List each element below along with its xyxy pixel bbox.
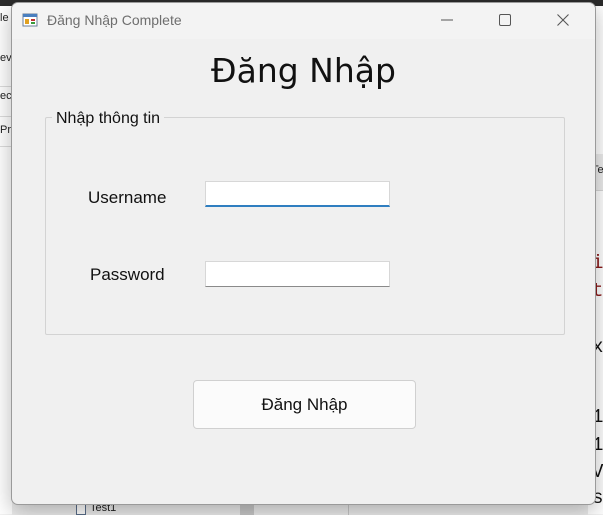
close-button[interactable] <box>540 3 586 37</box>
page-title: Đăng Nhập <box>211 51 396 90</box>
login-button[interactable]: Đăng Nhập <box>193 380 416 429</box>
close-icon <box>557 14 569 26</box>
maximize-icon <box>499 14 511 26</box>
minimize-icon <box>441 19 453 21</box>
app-icon <box>22 13 38 27</box>
username-input[interactable] <box>205 181 390 207</box>
login-window: Đăng Nhập Complete Đăng Nhập Nhập thông … <box>11 2 596 505</box>
title-bar[interactable]: Đăng Nhập Complete <box>12 3 595 39</box>
groupbox-title: Nhập thông tin <box>52 110 165 128</box>
password-input[interactable] <box>205 261 390 287</box>
window-title: Đăng Nhập Complete <box>47 12 182 28</box>
credentials-groupbox <box>45 117 565 335</box>
minimize-button[interactable] <box>424 3 470 37</box>
maximize-button[interactable] <box>482 3 528 37</box>
username-label: Username <box>88 188 167 207</box>
password-label: Password <box>90 265 165 284</box>
